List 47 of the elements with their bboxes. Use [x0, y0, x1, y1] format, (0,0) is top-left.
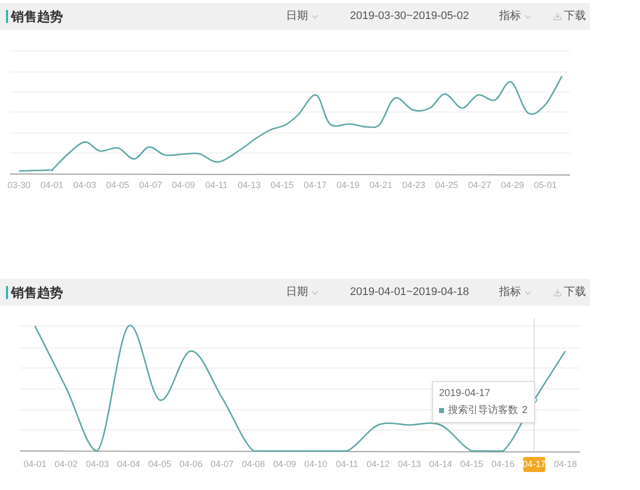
download-button[interactable]: 下载: [553, 8, 586, 25]
axis-label: 04-04: [117, 459, 140, 469]
axis-label: 04-15: [270, 180, 294, 190]
axis-label: 04-01: [40, 180, 64, 190]
axis-label: 04-12: [366, 459, 390, 469]
axis-label: 04-18: [554, 459, 577, 469]
axis-label: 04-01: [23, 459, 47, 469]
axis-label: 04-07: [139, 180, 162, 190]
series-name: 搜索引导访客数: [448, 404, 518, 417]
axis-label: 04-14: [429, 459, 452, 469]
axis-label: 03-30: [7, 180, 31, 190]
axis-label: 04-06: [179, 459, 203, 469]
axis-label: 04-03: [86, 459, 109, 469]
axis-label: 04-17: [304, 180, 327, 190]
axis-label: 04-11: [205, 180, 228, 190]
download-button[interactable]: 下载: [553, 284, 586, 301]
axis-label: 04-25: [435, 180, 458, 190]
axis-label: 04-11: [336, 459, 358, 469]
axis-label: 04-03: [73, 180, 96, 190]
axis-label: 04-07: [210, 459, 234, 469]
panel-title: 销售趋势: [11, 8, 63, 26]
date-range-picker[interactable]: 2019-04-01~2019-04-18: [350, 284, 469, 301]
metric-dropdown[interactable]: 指标: [499, 284, 533, 301]
axis-label: 05-01: [534, 180, 557, 190]
axis-label: 04-15: [460, 459, 484, 469]
axis-label: 04-05: [106, 180, 130, 190]
axis-label: 04-10: [304, 459, 328, 469]
panel-title: 销售趋势: [11, 284, 63, 302]
tooltip-date: 2019-04-17: [439, 387, 492, 400]
date-dropdown[interactable]: 日期: [286, 284, 320, 301]
axis-label: 04-05: [148, 459, 172, 469]
axis-label: 04-27: [468, 180, 492, 190]
axis-label: 04-08: [242, 459, 265, 469]
axis-label: 04-21: [369, 180, 392, 190]
axis-label: 04-13: [398, 459, 421, 469]
axis-label: 04-02: [54, 459, 78, 469]
date-dropdown[interactable]: 日期: [286, 8, 320, 25]
axis-label: 04-09: [172, 180, 196, 190]
axis-label: 04-09: [273, 459, 296, 469]
axis-label: 04-23: [402, 180, 426, 190]
axis-label: 04-19: [336, 180, 360, 190]
axis-label: 04-13: [238, 180, 261, 190]
date-range-picker[interactable]: 2019-03-30~2019-05-02: [350, 8, 469, 25]
metric-dropdown[interactable]: 指标: [499, 8, 533, 25]
axis-label: 04-29: [500, 180, 524, 190]
axis-label: 04-16: [491, 459, 515, 469]
series-value: 2: [522, 404, 528, 417]
